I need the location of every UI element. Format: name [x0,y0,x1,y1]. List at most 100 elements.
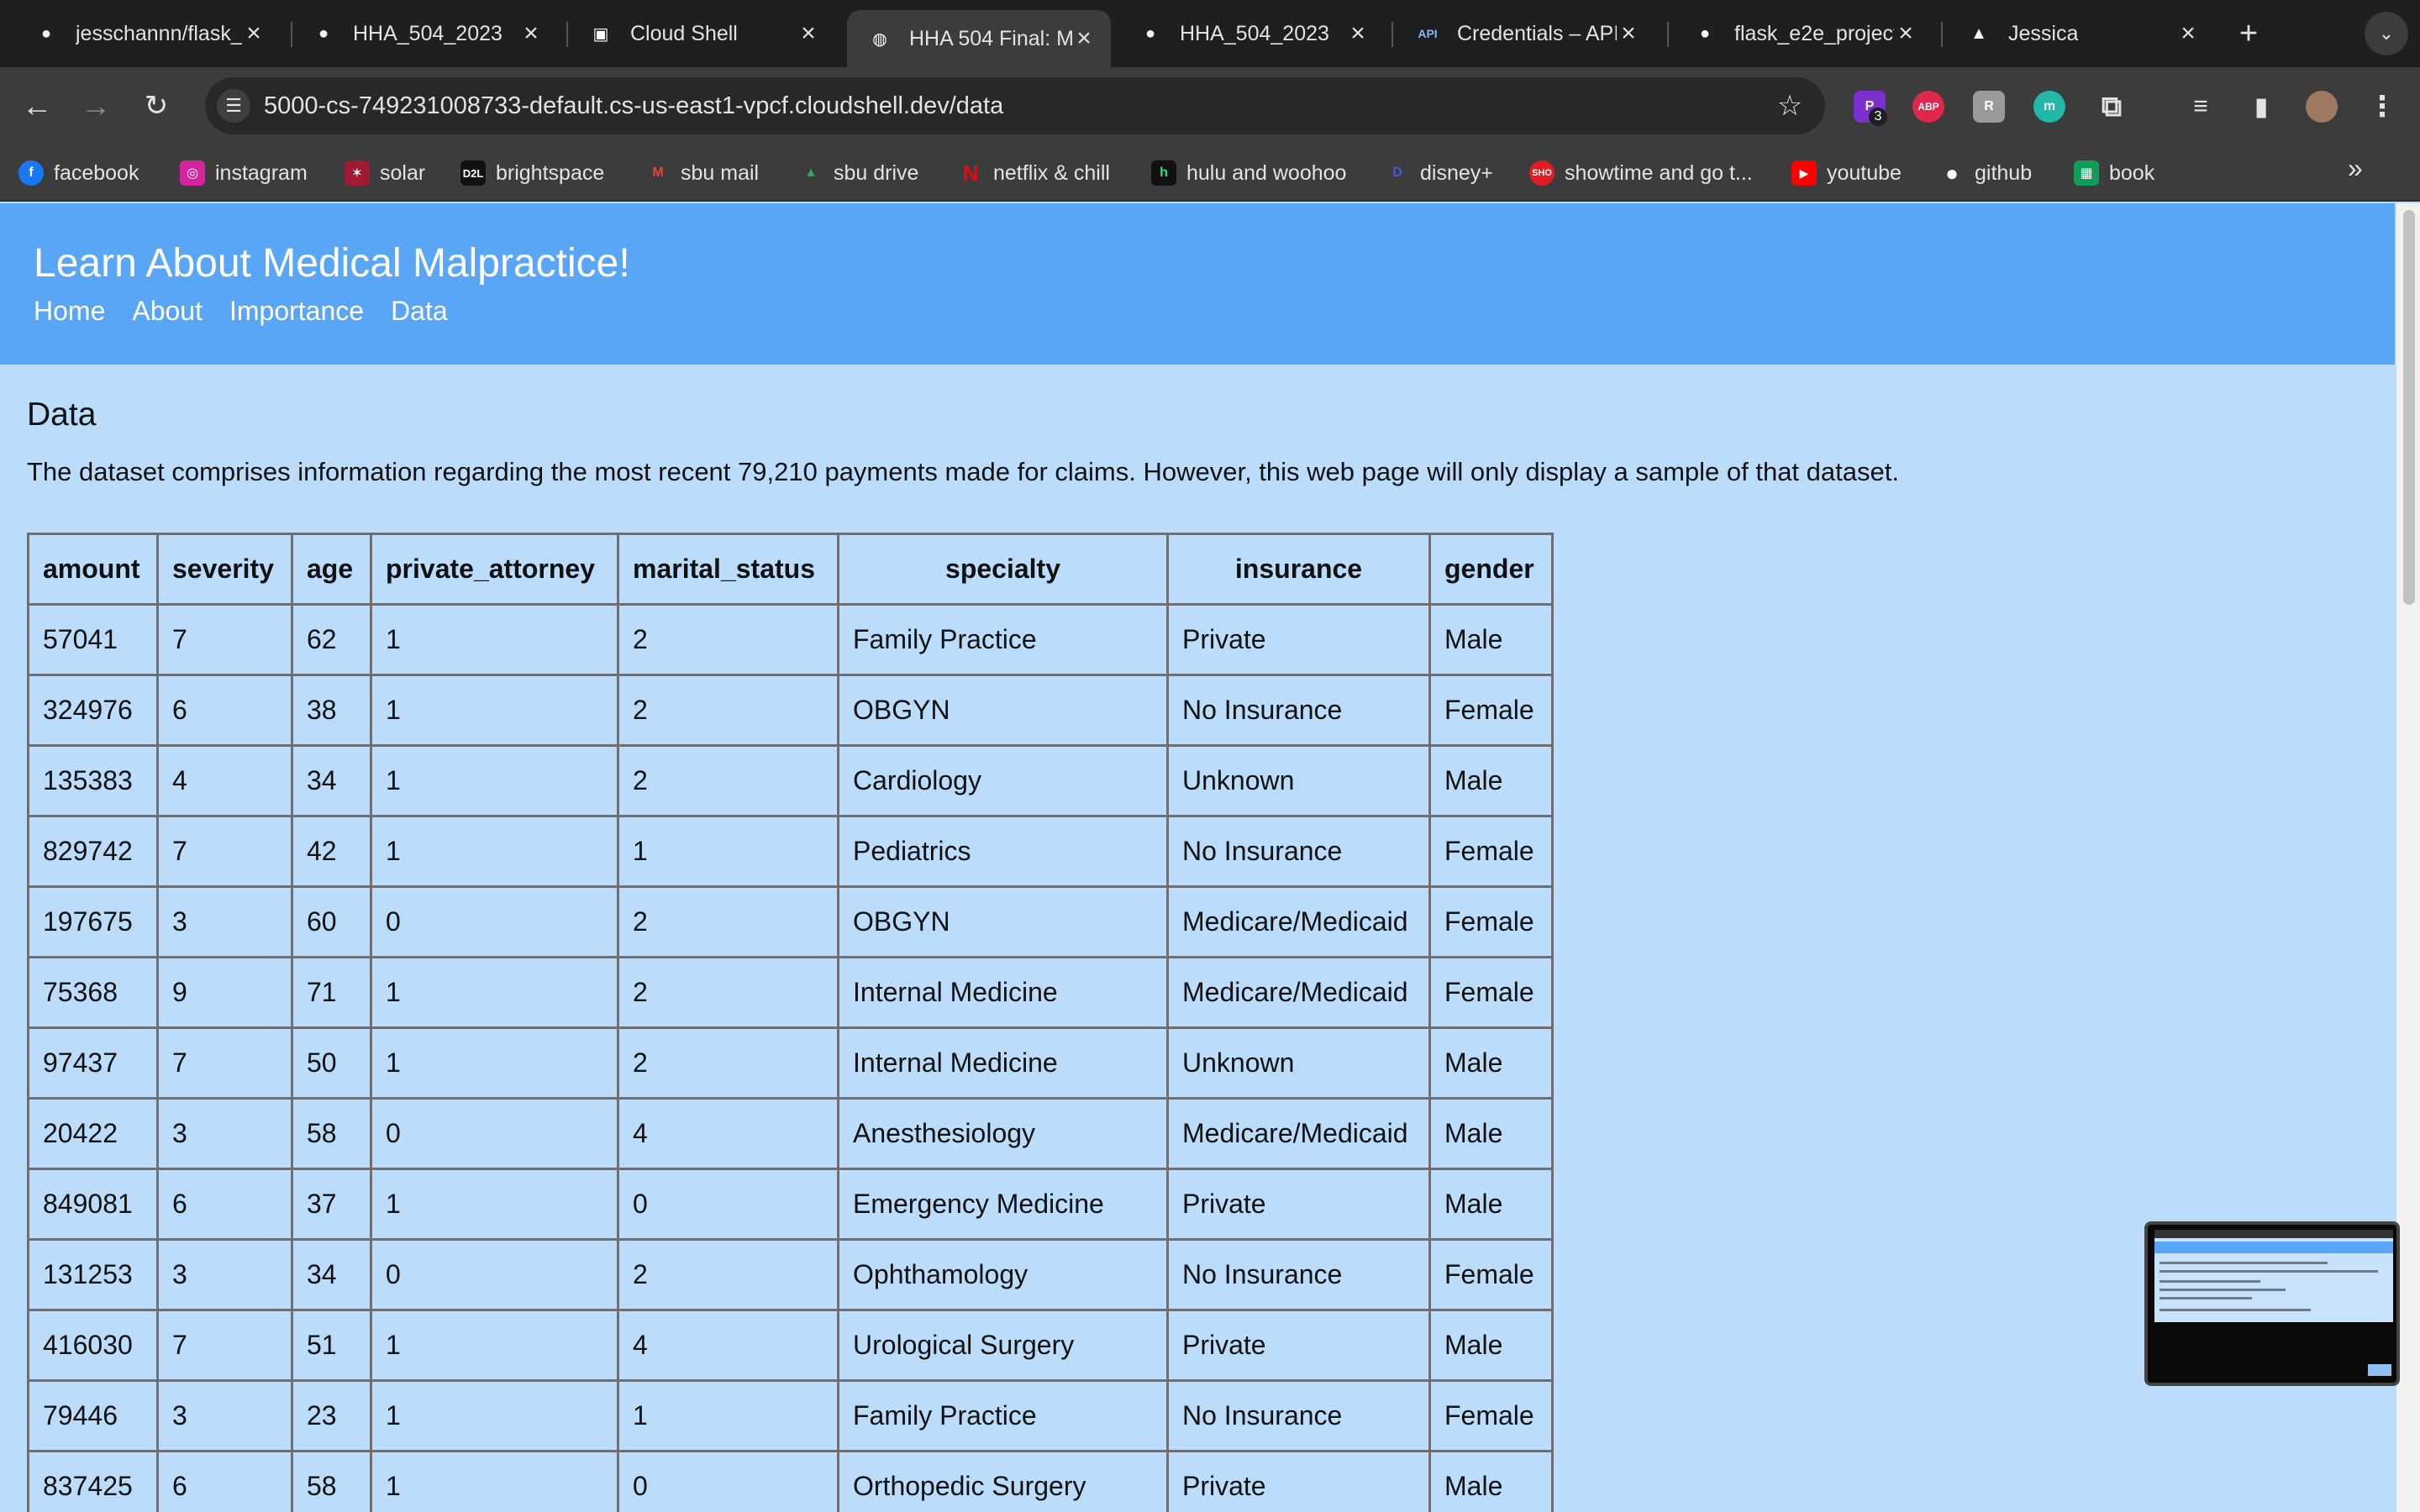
table-cell-severity: 4 [156,744,293,817]
close-tab-icon[interactable]: × [1617,19,1640,48]
table-cell-gender: Female [1428,674,1554,747]
page-scrollbar-thumb[interactable] [2403,210,2415,605]
table-cell-specialty: Family Practice [837,1379,1169,1452]
table-cell-severity: 7 [156,603,293,676]
table-cell-age: 60 [291,885,372,958]
table-cell-insurance: Private [1166,1450,1431,1512]
more-menu-icon[interactable]: ⋮ [2366,91,2398,123]
back-arrow-icon[interactable]: ← [17,86,57,126]
nav-home-link[interactable]: Home [34,296,105,327]
table-row: 20422 3 58 0 4 Anesthesiology Medicare/Medicai… [27,1097,1554,1170]
side-panel-icon[interactable]: ▮ [2245,91,2277,123]
table-cell-age: 71 [291,956,372,1029]
table-cell-specialty: Pediatrics [837,815,1169,888]
close-tab-icon[interactable]: × [1346,19,1370,48]
tab-search-chevron-icon[interactable]: ⌄ [2365,12,2408,55]
tab-hha504-1[interactable]: ● HHA_504_2023 × [291,7,558,60]
bookmark-instagram[interactable]: ◎ instagram [180,156,308,190]
table-row: 829742 7 42 1 1 Pediatrics No Insurance Female [27,815,1554,888]
tab-flask-e2e[interactable]: ● flask_e2e_project × [1672,7,1933,60]
bookmark-sbu-mail[interactable]: Msbu mail [645,156,759,190]
close-tab-icon[interactable]: × [242,19,266,48]
bookmark-facebook[interactable]: f facebook [18,156,139,190]
avatar[interactable] [2306,91,2338,123]
bookmark-disney[interactable]: Ddisney+ [1385,156,1493,190]
tab-cloud-shell[interactable]: ▣ Cloud Shell × [568,7,835,60]
reload-icon[interactable]: ↻ [136,86,176,126]
table-row: 57041 7 62 1 2 Family Practice Private Male [27,603,1554,676]
globe-icon: ◍ [872,29,887,49]
tab-hha504-2[interactable]: ● HHA_504_2023 × [1118,7,1385,60]
bookmark-sbu-drive[interactable]: ▲ sbu drive [798,156,918,190]
table-cell-insurance: No Insurance [1166,674,1431,747]
bookmark-netflix[interactable]: Nnetflix & chill [958,156,1110,190]
extensions-puzzle-icon[interactable]: ⧉ [2096,91,2128,123]
m-extension-icon[interactable]: m [2033,91,2065,123]
r-extension-icon[interactable]: R [1973,91,2005,123]
bookmark-hulu[interactable]: h hulu and woohoo [1151,156,1346,190]
nav-about-link[interactable]: About [132,296,203,327]
close-tab-icon[interactable]: × [1072,24,1096,53]
table-cell-gender: Male [1428,1097,1554,1170]
tab-jessica[interactable]: ▲ Jessica × [1946,7,2215,60]
page-title: Data [27,396,97,433]
table-cell-gender: Female [1428,956,1554,1029]
bookmark-github[interactable]: ● github [1939,156,2032,190]
bookmarks-overflow-icon[interactable]: » [2348,153,2363,184]
table-cell-marital-status: 2 [617,603,839,676]
close-tab-icon[interactable]: × [2176,19,2200,48]
tab-title: HHA_504_2023 [1180,21,1329,45]
table-cell-age: 34 [291,1238,372,1311]
adblock-plus-icon[interactable]: ABP [1912,91,1944,123]
close-tab-icon[interactable]: × [519,19,543,48]
forward-arrow-icon[interactable]: → [76,86,116,126]
table-cell-severity: 6 [156,674,293,747]
table-cell-specialty: OBGYN [837,674,1169,747]
bookmark-star-icon[interactable]: ☆ [1770,86,1810,126]
terminal-icon: ▣ [592,24,609,44]
close-tab-icon[interactable]: × [797,19,820,48]
table-cell-amount: 416030 [27,1309,159,1382]
bookmark-solar[interactable]: ✶ solar [345,156,425,190]
table-cell-specialty: Internal Medicine [837,956,1169,1029]
table-cell-severity: 7 [156,1309,293,1382]
bookmark-book[interactable]: ▦ book [2074,156,2154,190]
bookmark-youtube[interactable]: ▶ youtube [1791,156,1902,190]
table-cell-amount: 57041 [27,603,159,676]
table-cell-private-attorney: 1 [370,744,619,817]
tab-hha504-final[interactable]: ◍ HHA 504 Final: Medical × [847,10,1111,67]
site-header: Learn About Medical Malpractice! Home Ab… [0,203,2395,365]
screenshot-thumbnail-preview[interactable] [2144,1221,2400,1386]
api-icon: API [1418,27,1438,40]
table-cell-marital-status: 0 [617,1450,839,1512]
table-cell-severity: 3 [156,1238,293,1311]
bookmark-showtime[interactable]: SHO showtime and go t... [1529,156,1753,190]
new-tab-button[interactable]: + [2232,12,2265,55]
table-cell-specialty: Ophthamology [837,1238,1169,1311]
table-cell-marital-status: 2 [617,1026,839,1100]
nav-data-link[interactable]: Data [391,296,448,327]
nav-importance-link[interactable]: Importance [229,296,364,327]
table-cell-insurance: No Insurance [1166,815,1431,888]
bookmark-brightspace[interactable]: D2L brightspace [460,156,604,190]
site-title: Learn About Medical Malpractice! [34,241,630,286]
table-cell-specialty: Family Practice [837,603,1169,676]
table-cell-private-attorney: 1 [370,1309,619,1382]
table-cell-amount: 135383 [27,744,159,817]
close-tab-icon[interactable]: × [1894,19,1918,48]
table-cell-amount: 849081 [27,1168,159,1241]
table-cell-amount: 837425 [27,1450,159,1512]
address-bar[interactable]: ☰ 5000-cs-749231008733-default.cs-us-eas… [205,77,1825,134]
site-nav: Home About Importance Data [34,296,448,327]
table-row: 79446 3 23 1 1 Family Practice No Insurance Fem… [27,1379,1554,1452]
table-header-row: amount severity age private_attorney mar… [27,533,1554,606]
tab-github-jesschannn[interactable]: ● jesschannn/flask_e2e_project × [13,7,281,60]
table-cell-private-attorney: 0 [370,885,619,958]
media-queue-icon[interactable]: ≡ [2185,91,2217,123]
tab-credentials-apis[interactable]: API Credentials – APIs × [1395,7,1655,60]
table-row: 97437 7 50 1 2 Internal Medicine Unknown Male [27,1026,1554,1100]
table-cell-severity: 7 [156,1026,293,1100]
table-cell-amount: 75368 [27,956,159,1029]
site-info-icon[interactable]: ☰ [217,89,250,123]
url-text[interactable]: 5000-cs-749231008733-default.cs-us-east1… [264,77,1003,134]
